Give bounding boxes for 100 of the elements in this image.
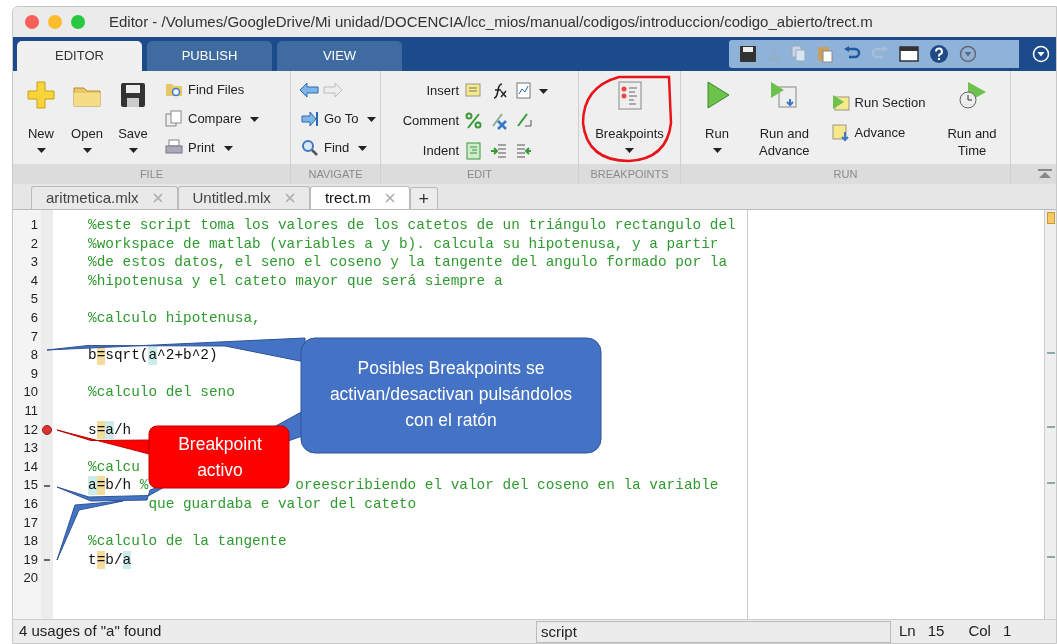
percent-cross-icon[interactable] [490, 112, 508, 130]
close-icon[interactable] [284, 193, 295, 203]
line-label: Ln [899, 621, 916, 642]
breakpoint-slot-dash[interactable] [44, 484, 50, 487]
code-text: %de estos datos, el seno el coseno y la tangente del angulo formado por la [88, 253, 728, 272]
indent-left-icon[interactable] [515, 142, 533, 160]
code-text: %este script toma los valores de los catetos de un triángulo rectangulo del [88, 216, 736, 235]
code-text: a [148, 346, 158, 365]
search-icon [301, 139, 319, 157]
play-document-icon [831, 94, 850, 112]
code-text: oreescribiendo el valor del coseno en la variable [295, 476, 719, 495]
status-message: 4 usages of "a" found [18, 621, 163, 642]
tab-label: aritmetica.mlx [46, 187, 139, 208]
line-number: 11 [23, 401, 39, 420]
close-button[interactable] [25, 15, 39, 29]
file-tab[interactable]: trect.m [309, 186, 410, 209]
line-number: 2 [29, 234, 39, 253]
ribbon-button[interactable]: Print [163, 136, 262, 160]
code-text: b/ [105, 550, 123, 570]
section-label: BREAKPOINTS [579, 164, 680, 184]
section-label: NAVIGATE [291, 164, 380, 184]
ribbon-button[interactable]: Open [65, 71, 109, 155]
section-label: RUN [681, 164, 1010, 184]
line-number: 10 [22, 383, 39, 402]
code-text: %calculo hipotenusa, [88, 308, 261, 328]
close-icon[interactable] [152, 193, 163, 203]
code-text: a [122, 550, 132, 570]
window-title: Editor - /Volumes/GoogleDrive/Mi unidad/DOCENCIA/lcc_mios/manual/codigos/introduccion/codigo_abierto/trect.m [109, 11, 873, 32]
ribbon-button[interactable]: Run [695, 71, 739, 155]
line-value: 15 [927, 621, 945, 642]
file-tab[interactable]: aritmetica.mlx [31, 186, 178, 209]
stopwatch-icon [956, 79, 988, 111]
code-text: %hipotenusa y el cateto mayor que será siempre a [88, 271, 503, 291]
ribbon-button[interactable]: Breakpoints [589, 71, 670, 155]
code-text: que guardaba e valor del cateto [148, 494, 417, 514]
code-text: b [88, 346, 97, 365]
ribbon-button[interactable]: Run Section [829, 91, 928, 115]
code-text: = [96, 476, 106, 495]
new-tab-button[interactable]: + [409, 187, 438, 209]
indent-right-icon[interactable] [490, 142, 508, 160]
ribbon-button[interactable]: New [19, 71, 63, 155]
code-text: %calculo de la tangente [88, 532, 287, 551]
code-text: /h [113, 420, 132, 440]
callout-text: Breakpoint activo [177, 433, 263, 482]
ribbon-button[interactable]: Advance [829, 121, 928, 145]
ribbon-button[interactable]: Indent [387, 141, 459, 161]
line-number: 14 [22, 457, 39, 476]
line-number: 5 [29, 290, 39, 309]
collapse-ribbon-icon[interactable] [1038, 169, 1052, 179]
ribbon-button[interactable]: Insert [387, 81, 459, 101]
close-icon[interactable] [384, 193, 395, 203]
back-arrow-icon[interactable] [299, 82, 319, 98]
line-number: 3 [29, 253, 39, 272]
line-number: 12 [22, 420, 39, 439]
code-text: t [88, 550, 97, 570]
section-label: FILE [13, 164, 290, 184]
ribbon-button[interactable]: Find [299, 136, 379, 160]
ribbon-tab[interactable]: VIEW [277, 41, 402, 71]
documents-icon [165, 110, 183, 128]
ribbon-button[interactable]: Run and Time [941, 71, 1003, 161]
ribbon-button[interactable]: Comment [387, 111, 459, 131]
callout-text: Posibles Breakpoints se activan/desactivan pulsándolos con el ratón [328, 357, 574, 432]
ribbon-button[interactable]: Run and Advance [753, 71, 816, 161]
line-number: 17 [22, 513, 39, 532]
ribbon-button[interactable]: Find Files [163, 78, 262, 102]
line-number: 9 [29, 364, 39, 383]
clipboard-icon[interactable] [817, 45, 833, 63]
code-text: s [88, 420, 97, 440]
ribbon-button[interactable]: Save [111, 71, 155, 155]
line-number: 18 [22, 532, 39, 551]
arrow-into-bar-icon [301, 110, 319, 128]
line-number: 7 [29, 327, 39, 346]
tab-label: trect.m [324, 187, 371, 208]
code-text: sqrt( [105, 346, 149, 365]
chart-document-icon[interactable] [515, 82, 533, 100]
windows-icon[interactable] [899, 45, 919, 63]
code-text: % [139, 476, 149, 495]
folder-search-icon [165, 81, 183, 99]
ribbon-tab[interactable]: PUBLISH [147, 41, 272, 71]
code-text: b/h [105, 476, 132, 495]
plus-icon [25, 79, 57, 111]
line-number: 13 [22, 439, 39, 458]
code-text: a [105, 420, 114, 440]
ribbon-tab[interactable]: EDITOR [17, 41, 142, 71]
column-value: 1 [1002, 621, 1012, 642]
tab-label: Untitled.mlx [192, 187, 271, 208]
ribbon-button[interactable]: Go To [299, 107, 379, 131]
percent-icon[interactable] [465, 112, 483, 130]
insert-document-icon[interactable] [465, 82, 483, 100]
copy-icon[interactable] [791, 45, 807, 63]
indent-document-icon[interactable] [465, 142, 483, 160]
line-number: 4 [29, 271, 39, 290]
file-tab[interactable]: Untitled.mlx [177, 186, 310, 209]
line-number: 6 [29, 308, 39, 327]
warning-marker [1047, 212, 1055, 224]
zoom-button[interactable] [71, 15, 85, 29]
code-text: %calcu [88, 457, 140, 477]
line-number: 19 [22, 550, 39, 569]
help-icon[interactable] [929, 44, 949, 64]
ribbon-button[interactable]: Compare [163, 107, 262, 131]
